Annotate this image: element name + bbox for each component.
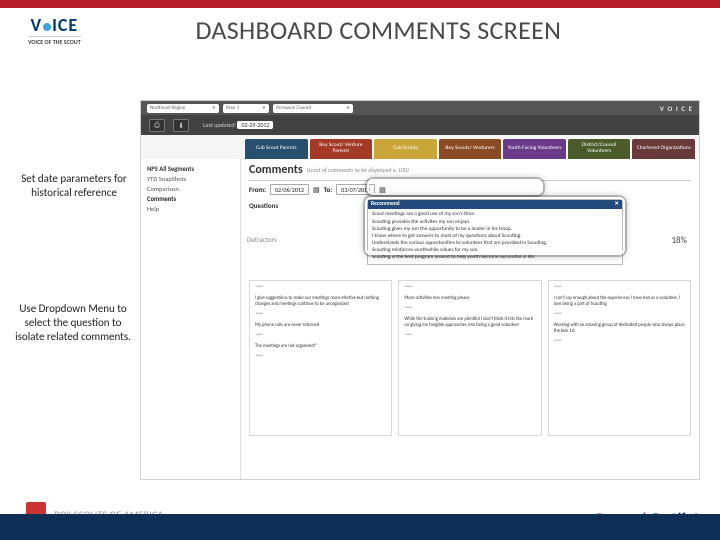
rating-stars: ***** xyxy=(404,306,535,313)
comment-card: ***** I can't say enough about the experi… xyxy=(548,280,691,436)
slide-footer: BOY SCOUTS OF AMERICA Prepared. For Life… xyxy=(0,490,720,540)
breadcrumb: Comments (Limit of comments to be displa… xyxy=(249,163,691,181)
logo-tagline: VOICE OF THE SCOUT xyxy=(28,36,81,46)
sidebar-item[interactable]: YTD SnapShots xyxy=(147,175,234,183)
rating-stars: ***** xyxy=(554,339,685,346)
screenshot-topbar: Northeast Region▼ Area 1▼ Annawon Counci… xyxy=(141,101,699,115)
sidebar: NPS All Segments YTD SnapShots Comparison… xyxy=(141,159,241,479)
voice-logo: VICE VOICE OF THE SCOUT xyxy=(28,14,81,46)
tab[interactable]: Chartered Organizations xyxy=(632,139,695,159)
tab[interactable]: Boy Scouts/ Venturers xyxy=(439,139,502,159)
logo-v: V xyxy=(30,14,42,36)
small-voice-logo: V O I C E xyxy=(660,104,693,113)
segment-tabs: Cub Scout ParentsBoy Scout/ Venture Pare… xyxy=(141,135,699,159)
screenshot-toolbar: ⎙ ⬇ Last updated: 02-29-2012 xyxy=(141,115,699,135)
comment-text: I give suggestions to make our meetings … xyxy=(255,296,386,308)
rating-stars: ***** xyxy=(404,333,535,340)
recommend-option[interactable]: Scouting provides the activites my son e… xyxy=(372,219,618,226)
from-label: From: xyxy=(249,185,266,194)
calendar-icon[interactable]: ▤ xyxy=(379,185,386,194)
tab[interactable]: Youth-Facing Volunteers xyxy=(503,139,566,159)
recommend-header: Recommend xyxy=(371,201,400,208)
recommend-option[interactable]: Understands the various opportunities to… xyxy=(372,240,618,247)
date-filters: From: 02/06/2012 ▤ To: 03/07/2012 ▤ xyxy=(249,184,691,195)
download-icon[interactable]: ⬇ xyxy=(173,119,189,132)
comment-text: More activities less meeting please xyxy=(404,296,535,302)
print-icon[interactable]: ⎙ xyxy=(149,119,165,132)
comment-text: The meetings are not organized!" xyxy=(255,344,386,350)
slide-header: VICE VOICE OF THE SCOUT DASHBOARD COMMEN… xyxy=(0,8,720,48)
rating-stars: ***** xyxy=(554,285,685,292)
comment-text: Working with an amazing group of dedicat… xyxy=(554,323,685,335)
slide-title: DASHBOARD COMMENTS SCREEN xyxy=(97,14,720,46)
tab[interactable]: Cub Scouts xyxy=(374,139,437,159)
comment-card: ***** More activities less meeting please… xyxy=(398,280,541,436)
region-dropdown[interactable]: Northeast Region▼ xyxy=(147,104,219,113)
tab[interactable]: Boy Scout/ Venture Parents xyxy=(310,139,373,159)
recommend-option[interactable]: I know where to get answers to most of m… xyxy=(372,233,618,240)
footer-blue-bar xyxy=(0,514,720,540)
detractors-label: Detractors xyxy=(247,235,277,244)
rating-stars: ***** xyxy=(255,354,386,361)
to-date-input[interactable]: 03/07/2012 xyxy=(336,184,375,195)
page-title: Comments xyxy=(249,163,303,177)
to-label: To: xyxy=(324,185,333,194)
recommend-option[interactable]: Scout meetings are a good use of my son'… xyxy=(372,211,618,218)
main-panel: Comments (Limit of comments to be displa… xyxy=(241,159,699,479)
rating-stars: ***** xyxy=(554,312,685,319)
tab[interactable]: District/Council Volunteers xyxy=(568,139,631,159)
callout-dropdown: Use Dropdown Menu to select the question… xyxy=(12,302,134,343)
rating-stars: ***** xyxy=(255,333,386,340)
mic-icon xyxy=(43,23,51,31)
last-updated: Last updated: 02-29-2012 xyxy=(203,121,273,129)
sidebar-item[interactable]: Help xyxy=(147,205,234,213)
sidebar-group: NPS All Segments xyxy=(147,165,234,173)
percent-value: 18% xyxy=(671,235,687,246)
callout-dates: Set date parameters for historical refer… xyxy=(20,172,128,200)
rating-stars: ***** xyxy=(404,285,535,292)
sidebar-item[interactable]: Comparison xyxy=(147,185,234,193)
comment-text: While the training materials are plentif… xyxy=(404,317,535,329)
comment-text: I can't say enough about the experiences… xyxy=(554,296,685,308)
calendar-icon[interactable]: ▤ xyxy=(313,185,320,194)
tab[interactable]: Cub Scout Parents xyxy=(245,139,308,159)
chevron-down-icon: ▼ xyxy=(262,105,266,111)
chevron-down-icon: ▼ xyxy=(212,105,216,111)
rating-stars: ***** xyxy=(255,285,386,292)
recommend-dropdown-panel[interactable]: Recommend ✕ Scout meetings are a good use… xyxy=(367,199,623,265)
recommend-option[interactable]: Scouting is the best program around to h… xyxy=(372,254,618,261)
close-icon[interactable]: ✕ xyxy=(614,201,619,208)
comment-card: ***** I give suggestions to make our meet… xyxy=(249,280,392,436)
from-date-input[interactable]: 02/06/2012 xyxy=(270,184,309,195)
page-subtitle: (Limit of comments to be displayed is 10… xyxy=(307,166,409,174)
dashboard-screenshot: Northeast Region▼ Area 1▼ Annawon Counci… xyxy=(140,100,700,480)
recommend-option[interactable]: Scouting gives my son the opportunity to… xyxy=(372,226,618,233)
area-dropdown[interactable]: Area 1▼ xyxy=(223,104,269,113)
chevron-down-icon: ▼ xyxy=(346,105,350,111)
recommend-option[interactable]: Scouting reinforces worthwhile values fo… xyxy=(372,247,618,254)
sidebar-item[interactable]: Comments xyxy=(147,195,234,203)
comment-cards: ***** I give suggestions to make our meet… xyxy=(249,280,691,436)
council-dropdown[interactable]: Annawon Council▼ xyxy=(273,104,353,113)
rating-stars: ***** xyxy=(255,312,386,319)
comment-text: My phone calls are never returned xyxy=(255,323,386,329)
logo-ce: CE xyxy=(58,14,78,36)
top-red-bar xyxy=(0,0,720,8)
